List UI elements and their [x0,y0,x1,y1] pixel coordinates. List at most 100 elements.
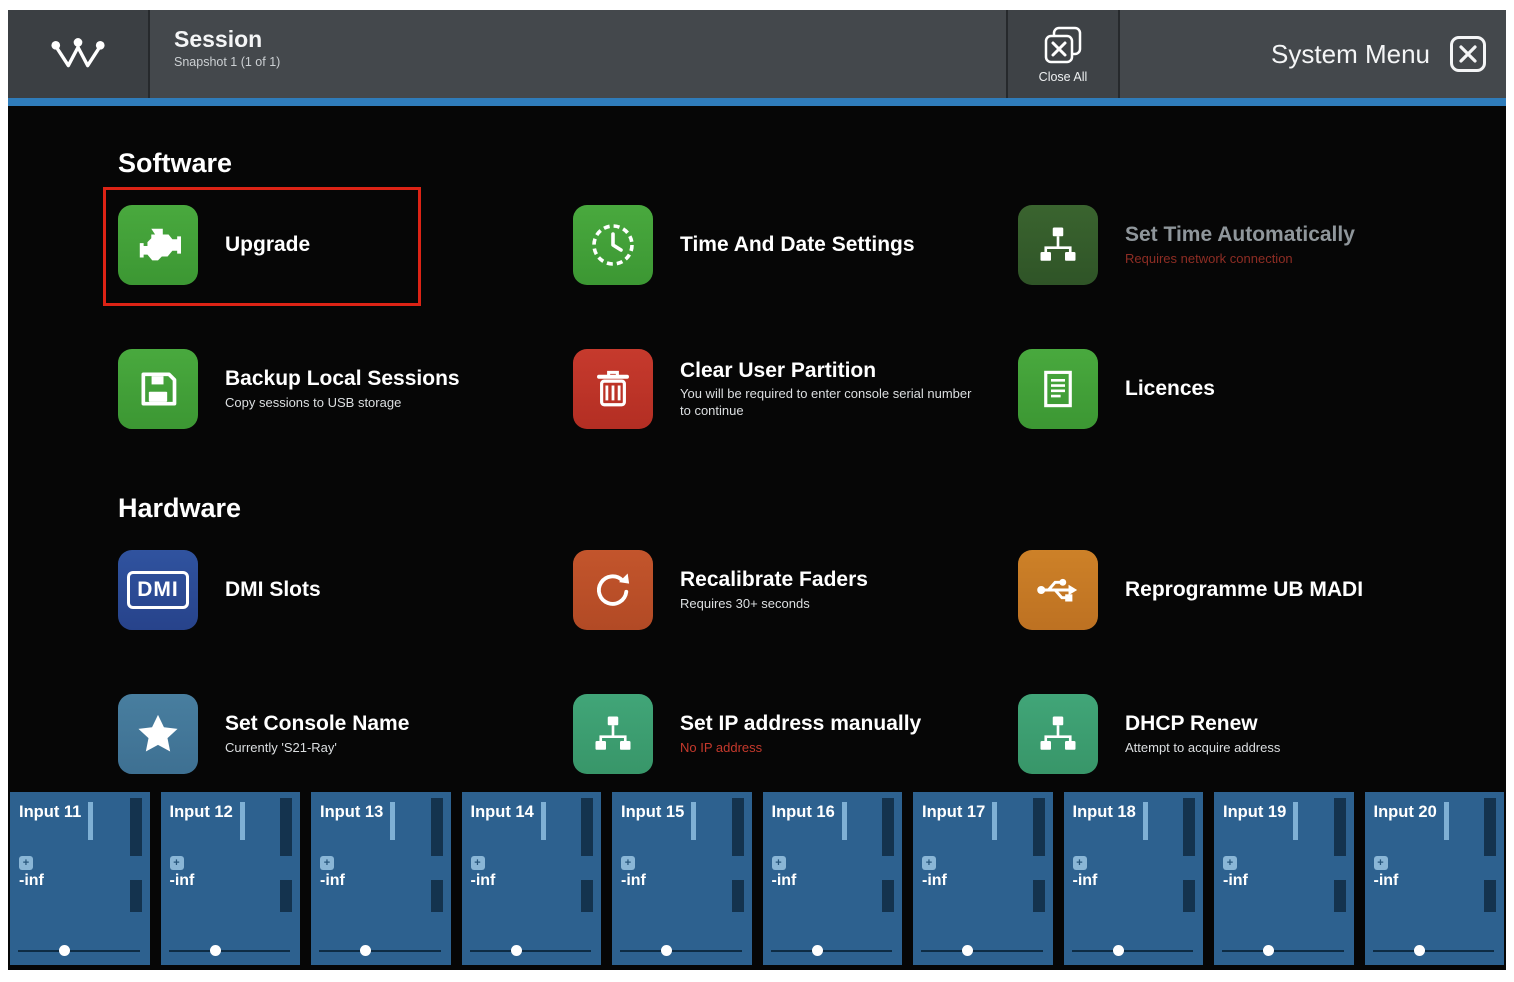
console-screen: Session Snapshot 1 (1 of 1) Close All Sy… [8,10,1506,970]
gain-meter [1183,880,1195,912]
engine-icon [118,205,198,285]
close-all-label: Close All [1038,69,1088,84]
fader-track[interactable] [1071,943,1194,958]
channel-strip-input-12[interactable]: Input 12 -inf [160,792,300,965]
menu-item-label: DHCP Renew [1125,712,1258,736]
channel-strip-input-14[interactable]: Input 14 -inf [461,792,601,965]
fader-knob[interactable] [510,945,522,956]
channel-strip-input-18[interactable]: Input 18 -inf [1063,792,1203,965]
gain-meter [280,880,292,912]
fader-knob[interactable] [209,945,221,956]
menu-item-licences[interactable]: Licences [1018,349,1490,429]
level-meter [1142,802,1148,840]
floppy-disk-icon [118,349,198,429]
fader-knob[interactable] [962,945,974,956]
session-title: Session [174,26,263,52]
fader-knob[interactable] [1413,945,1425,956]
dmi-icon: DMI [118,550,198,630]
channel-name: Input 20 [1373,803,1437,821]
fader-track[interactable] [1222,943,1344,958]
fader-track[interactable] [921,943,1043,958]
channel-name: Input 16 [771,803,835,821]
top-bar: Session Snapshot 1 (1 of 1) Close All Sy… [8,10,1506,98]
digico-logo [8,10,150,98]
fader-knob[interactable] [1263,945,1275,956]
menu-item-backup-local-sessions[interactable]: Backup Local Sessions Copy sessions to U… [118,349,573,429]
channel-strip-input-17[interactable]: Input 17 -inf [913,792,1053,965]
insert-icon [1223,856,1237,870]
fader-track[interactable] [620,943,742,958]
menu-item-subtitle: Attempt to acquire address [1125,739,1281,755]
channel-strip-input-11[interactable]: Input 11 -inf [10,792,150,965]
menu-item-set-console-name[interactable]: Set Console Name Currently 'S21-Ray' [118,694,573,774]
channel-name: Input 12 [169,803,233,821]
channel-strip-input-16[interactable]: Input 16 -inf [762,792,902,965]
session-snapshot-label: Snapshot 1 (1 of 1) [174,55,281,69]
fader-track[interactable] [770,943,893,958]
fader-track[interactable] [18,943,140,958]
menu-item-label: Upgrade [225,233,311,257]
menu-item-upgrade[interactable]: Upgrade [103,187,573,306]
close-all-button[interactable]: Close All [1006,10,1118,98]
channel-gain-value: -inf [922,872,947,889]
fader-knob[interactable] [661,945,673,956]
level-meter [1333,798,1346,856]
channel-gain-value: -inf [1223,872,1248,889]
menu-item-label: Time And Date Settings [680,233,915,257]
menu-item-time-date-settings[interactable]: Time And Date Settings [573,205,1018,285]
insert-icon [922,856,936,870]
gain-meter [1333,880,1346,912]
level-meter [882,798,894,856]
channel-strip-input-20[interactable]: Input 20 -inf [1364,792,1504,965]
menu-item-label: Set Time Automatically [1125,223,1355,247]
menu-item-label: Recalibrate Faders [680,568,868,592]
menu-item-set-time-automatically[interactable]: Set Time Automatically Requires network … [1018,205,1490,285]
fader-track[interactable] [469,943,592,958]
fader-knob[interactable] [811,945,823,956]
level-meter [1032,798,1045,856]
recalibrate-icon [573,550,653,630]
insert-icon [621,856,635,870]
menu-item-subtitle: Copy sessions to USB storage [225,394,402,410]
menu-item-clear-user-partition[interactable]: Clear User Partition You will be require… [573,349,1018,429]
gain-meter [430,880,443,912]
gain-meter [882,880,894,912]
fader-knob[interactable] [59,945,71,956]
fader-track[interactable] [319,943,441,958]
fader-track[interactable] [168,943,291,958]
menu-item-set-ip-address-manually[interactable]: Set IP address manually No IP address [573,694,1018,774]
menu-item-reprogramme-ub-madi[interactable]: Reprogramme UB MADI [1018,550,1490,630]
menu-item-label: Clear User Partition [680,359,877,383]
menu-item-dhcp-renew[interactable]: DHCP Renew Attempt to acquire address [1018,694,1490,774]
close-button[interactable] [1450,36,1486,72]
channel-strip-row: Input 11 -inf Input 12 -inf Input 13 -in… [10,792,1504,965]
level-meter [129,798,142,856]
gain-meter [581,880,593,912]
fader-knob[interactable] [360,945,372,956]
accent-divider [8,98,1506,106]
menu-item-recalibrate-faders[interactable]: Recalibrate Faders Requires 30+ seconds [573,550,1018,630]
menu-item-dmi-slots[interactable]: DMI DMI Slots [118,550,573,630]
level-meter [731,798,744,856]
channel-strip-input-15[interactable]: Input 15 -inf [612,792,752,965]
level-meter [280,798,292,856]
menu-item-label: Reprogramme UB MADI [1125,578,1364,602]
software-grid: Upgrade Time And Date Settings Set Time … [103,187,1490,429]
trash-icon [573,349,653,429]
system-menu-content: Software Upgrade Time And Date Settings … [8,106,1506,774]
menu-item-label: DMI Slots [225,578,321,602]
session-header[interactable]: Session Snapshot 1 (1 of 1) [150,10,1006,98]
menu-item-subtitle: No IP address [680,739,763,755]
fader-knob[interactable] [1112,945,1124,956]
close-icon [1459,45,1477,63]
fader-track[interactable] [1372,943,1495,958]
menu-item-label: Set IP address manually [680,712,922,736]
level-meter [540,802,546,840]
channel-strip-input-13[interactable]: Input 13 -inf [311,792,451,965]
clock-icon [573,205,653,285]
channel-strip-input-19[interactable]: Input 19 -inf [1214,792,1354,965]
level-meter [992,802,998,840]
usb-icon [1018,550,1098,630]
channel-gain-value: -inf [771,872,797,889]
channel-gain-value: -inf [320,872,345,889]
